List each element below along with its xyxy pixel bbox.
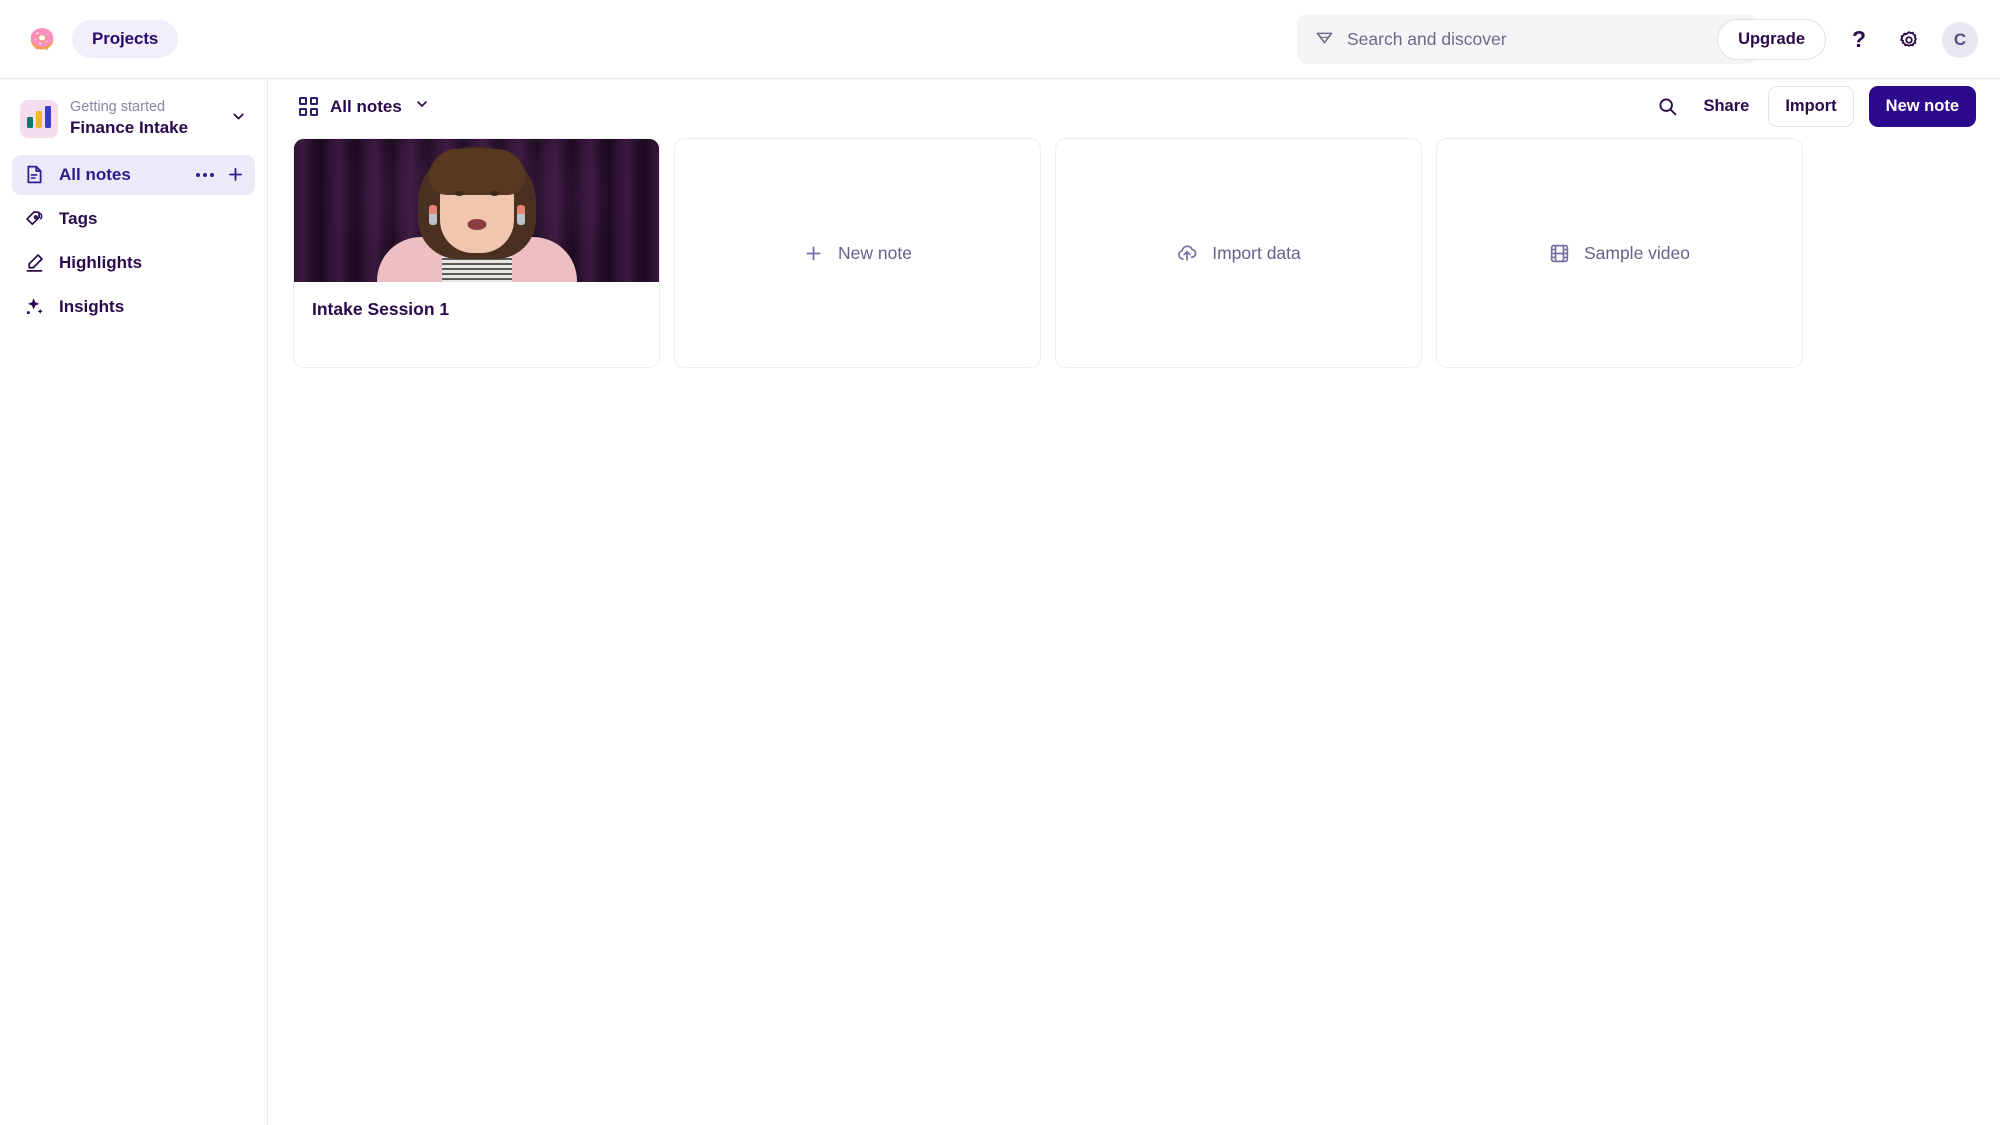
sidebar: Getting started Finance Intake All notes: [0, 79, 268, 1125]
view-selector[interactable]: All notes: [293, 92, 436, 121]
sparkles-icon: [23, 296, 45, 318]
question-mark-icon[interactable]: ?: [1842, 23, 1876, 57]
avatar[interactable]: C: [1942, 21, 1978, 58]
bar-chart-icon: [20, 99, 58, 138]
header-actions: Upgrade ? C: [1717, 0, 1978, 79]
sidebar-item-tags[interactable]: Tags: [12, 199, 255, 239]
top-header: Projects Upgrade ? C: [0, 0, 2000, 79]
project-selector[interactable]: Getting started Finance Intake: [12, 93, 255, 145]
note-body: Intake Session 1: [294, 282, 659, 367]
plus-icon[interactable]: [226, 165, 245, 184]
sidebar-item-insights[interactable]: Insights: [12, 287, 255, 327]
global-search[interactable]: [1297, 14, 1757, 64]
app-body: Getting started Finance Intake All notes: [0, 79, 2000, 1125]
chevron-down-icon[interactable]: [230, 108, 247, 130]
ellipsis-icon[interactable]: [195, 169, 215, 181]
action-label: Sample video: [1583, 242, 1691, 263]
magnifier-icon[interactable]: [1650, 90, 1684, 124]
grid-view-icon: [299, 97, 318, 116]
brand-zone: Projects: [22, 19, 179, 59]
film-strip-icon: [1549, 243, 1570, 264]
note-card[interactable]: Intake Session 1: [293, 138, 660, 368]
tag-icon: [23, 208, 45, 230]
gem-search-icon: [1315, 27, 1334, 51]
gear-icon[interactable]: [1892, 23, 1926, 57]
sample-video-card[interactable]: Sample video: [1436, 138, 1803, 368]
search-input[interactable]: [1347, 28, 1739, 50]
project-eyebrow: Getting started: [70, 99, 166, 115]
import-data-card[interactable]: Import data: [1055, 138, 1422, 368]
content-toolbar: All notes Share Import New note: [268, 79, 2000, 134]
sidebar-item-label: All notes: [59, 164, 131, 184]
project-text: Getting started Finance Intake: [70, 99, 218, 139]
plus-icon: [803, 243, 824, 264]
all-notes-actions: [195, 165, 245, 184]
new-note-card[interactable]: New note: [674, 138, 1041, 368]
sidebar-item-label: Highlights: [59, 252, 143, 272]
sidebar-item-label: Insights: [59, 296, 125, 316]
donut-icon[interactable]: [22, 19, 62, 59]
projects-button[interactable]: Projects: [72, 20, 179, 58]
document-icon: [23, 164, 45, 186]
import-button[interactable]: Import: [1768, 86, 1854, 127]
sidebar-item-label: Tags: [59, 208, 98, 228]
main-content: All notes Share Import New note Intake S…: [268, 79, 2000, 1125]
card-grid: Intake Session 1 New note Import data Sa…: [268, 134, 2000, 368]
sidebar-item-all-notes[interactable]: All notes: [12, 154, 255, 195]
note-thumbnail: [294, 139, 659, 282]
highlighter-icon: [23, 252, 45, 274]
action-label: Import data: [1212, 242, 1301, 263]
note-title: Intake Session 1: [312, 299, 450, 319]
cloud-upload-icon: [1176, 242, 1198, 264]
action-label: New note: [838, 242, 912, 263]
view-selector-label: All notes: [330, 96, 402, 116]
share-button[interactable]: Share: [1699, 88, 1753, 125]
upgrade-button[interactable]: Upgrade: [1717, 19, 1826, 60]
person-figure: [372, 139, 582, 282]
project-name: Finance Intake: [70, 118, 189, 138]
new-note-button[interactable]: New note: [1868, 86, 1976, 127]
sidebar-item-highlights[interactable]: Highlights: [12, 243, 255, 283]
chevron-down-icon: [414, 96, 430, 117]
toolbar-actions: Share Import New note: [1650, 79, 1976, 134]
help-glyph: ?: [1851, 26, 1867, 52]
